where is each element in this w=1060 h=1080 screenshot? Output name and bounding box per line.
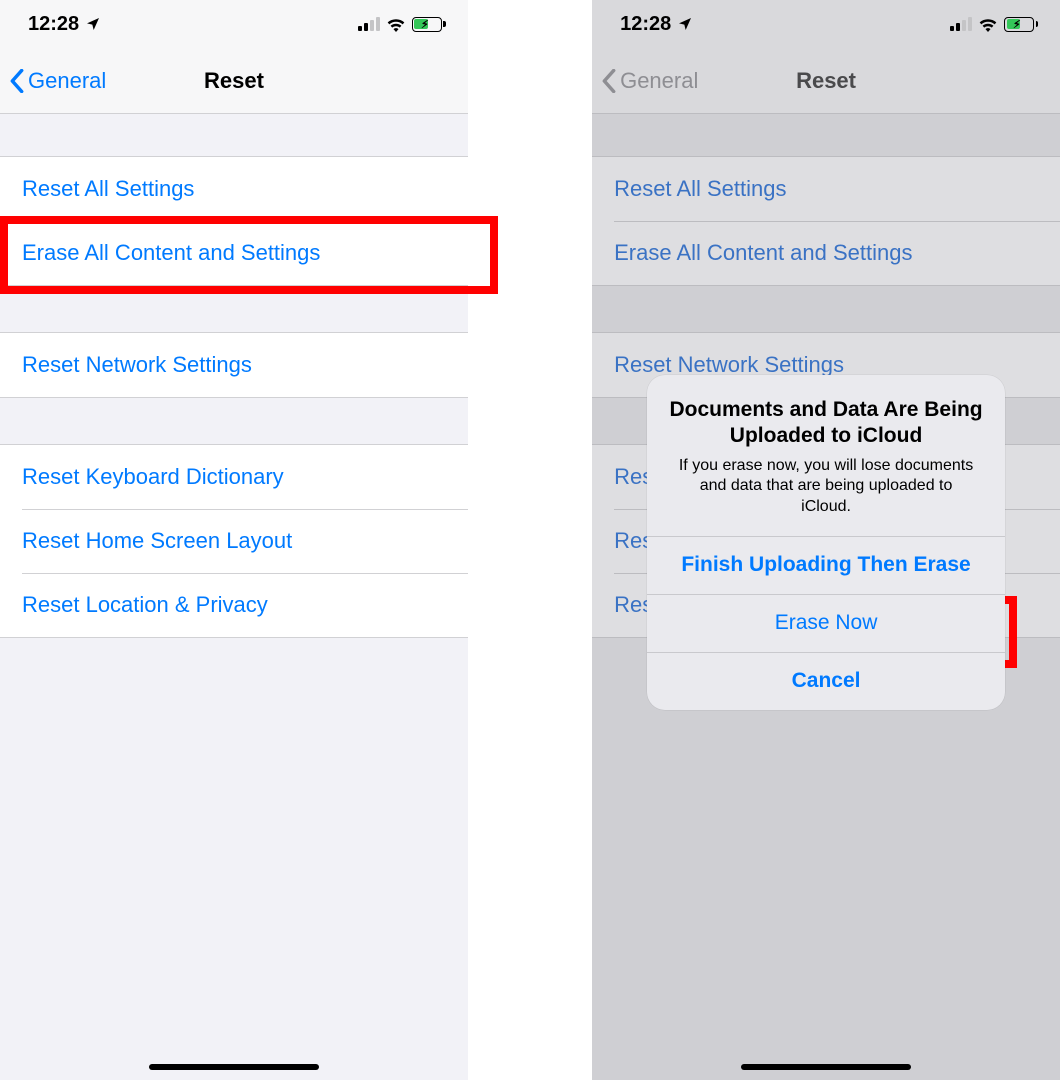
spacer — [0, 398, 468, 444]
spacer — [0, 114, 468, 156]
nav-bar: General Reset — [0, 48, 468, 114]
group-1: Reset All Settings Erase All Content and… — [592, 156, 1060, 286]
row-erase-all-content: Erase All Content and Settings — [592, 221, 1060, 285]
alert-button-label: Erase Now — [775, 611, 878, 635]
location-icon — [677, 16, 693, 32]
cellular-icon — [358, 17, 380, 31]
alert-body: Documents and Data Are Being Uploaded to… — [647, 375, 1005, 536]
wifi-icon — [978, 17, 998, 32]
row-label: Reset Network Settings — [22, 352, 252, 378]
status-time: 12:28 — [620, 13, 671, 36]
status-right: ⚡︎ — [358, 17, 446, 32]
group-1: Reset All Settings Erase All Content and… — [0, 156, 468, 286]
battery-icon: ⚡︎ — [1004, 17, 1038, 32]
status-right: ⚡︎ — [950, 17, 1038, 32]
row-label: Reset Keyboard Dictionary — [22, 464, 284, 490]
row-label: Reset Home Screen Layout — [22, 528, 292, 554]
location-icon — [85, 16, 101, 32]
home-indicator[interactable] — [741, 1064, 911, 1070]
alert-message: If you erase now, you will lose document… — [667, 456, 985, 518]
row-reset-home-screen[interactable]: Reset Home Screen Layout — [0, 509, 468, 573]
alert-button-label: Finish Uploading Then Erase — [681, 553, 970, 577]
row-reset-all-settings: Reset All Settings — [592, 157, 1060, 221]
row-label: Reset All Settings — [22, 176, 194, 202]
spacer — [0, 286, 468, 332]
alert-button-label: Cancel — [792, 669, 861, 693]
alert-button-finish-uploading[interactable]: Finish Uploading Then Erase — [647, 536, 1005, 594]
spacer — [592, 286, 1060, 332]
chevron-left-icon — [602, 67, 618, 95]
spacer — [592, 114, 1060, 156]
phone-screen-left: 12:28 ⚡︎ General Reset Reset All Setti — [0, 0, 468, 1080]
back-label: General — [28, 68, 106, 94]
phone-screen-right: 12:28 ⚡︎ General Reset Reset All Setti — [592, 0, 1060, 1080]
wifi-icon — [386, 17, 406, 32]
back-button[interactable]: General — [10, 67, 106, 95]
status-left: 12:28 — [28, 13, 101, 36]
row-reset-all-settings[interactable]: Reset All Settings — [0, 157, 468, 221]
gap — [532, 0, 592, 1080]
nav-bar: General Reset — [592, 48, 1060, 114]
row-reset-keyboard[interactable]: Reset Keyboard Dictionary — [0, 445, 468, 509]
row-reset-network[interactable]: Reset Network Settings — [0, 333, 468, 397]
alert-button-erase-now[interactable]: Erase Now — [647, 594, 1005, 652]
status-time: 12:28 — [28, 13, 79, 36]
group-3: Reset Keyboard Dictionary Reset Home Scr… — [0, 444, 468, 638]
row-label: Erase All Content and Settings — [614, 240, 912, 266]
row-label: Erase All Content and Settings — [22, 240, 320, 266]
row-reset-location-privacy[interactable]: Reset Location & Privacy — [0, 573, 468, 637]
status-bar: 12:28 ⚡︎ — [0, 0, 468, 48]
chevron-left-icon — [10, 67, 26, 95]
cellular-icon — [950, 17, 972, 31]
row-erase-all-content[interactable]: Erase All Content and Settings — [0, 221, 468, 285]
status-bar: 12:28 ⚡︎ — [592, 0, 1060, 48]
back-label: General — [620, 68, 698, 94]
alert-title: Documents and Data Are Being Uploaded to… — [667, 397, 985, 450]
alert-dialog: Documents and Data Are Being Uploaded to… — [647, 375, 1005, 710]
back-button: General — [602, 67, 698, 95]
group-2: Reset Network Settings — [0, 332, 468, 398]
row-label: Reset All Settings — [614, 176, 786, 202]
status-left: 12:28 — [620, 13, 693, 36]
alert-button-cancel[interactable]: Cancel — [647, 652, 1005, 710]
home-indicator[interactable] — [149, 1064, 319, 1070]
battery-icon: ⚡︎ — [412, 17, 446, 32]
row-label: Reset Location & Privacy — [22, 592, 268, 618]
